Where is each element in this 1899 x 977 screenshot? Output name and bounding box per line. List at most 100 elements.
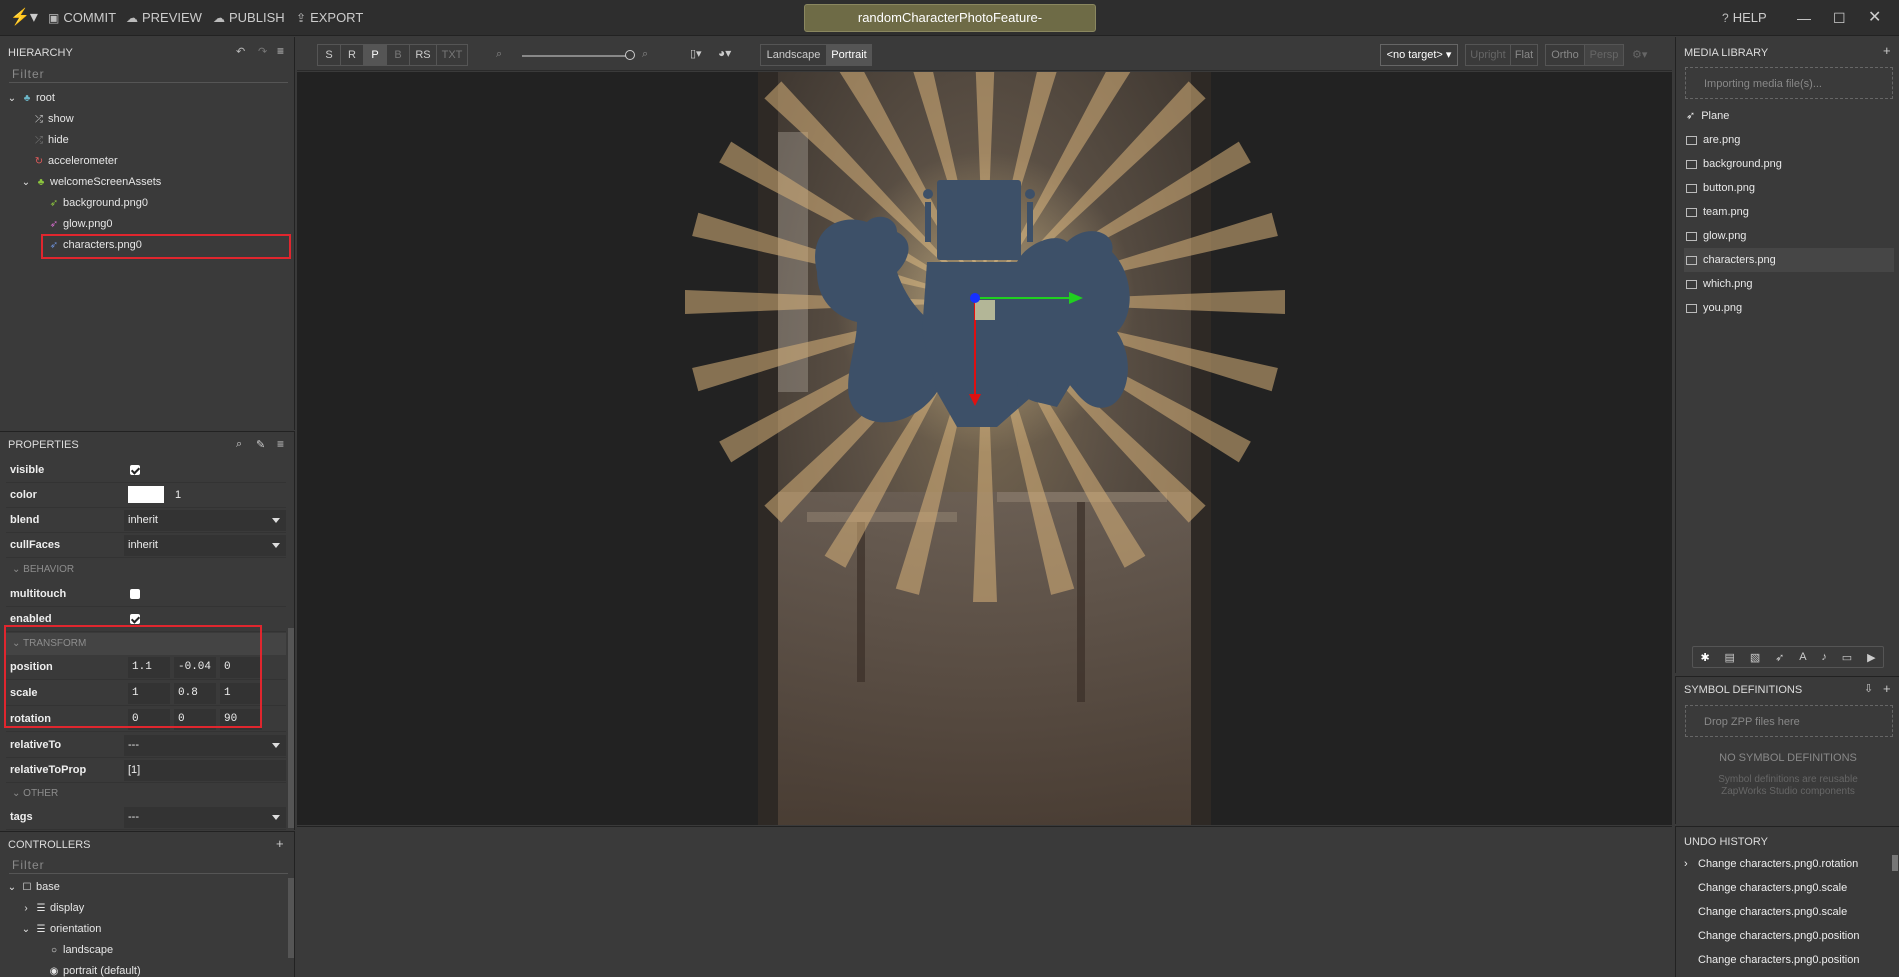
relativetoprop-input[interactable]: [1] <box>124 760 286 781</box>
media-item-you-png[interactable]: you.png <box>1684 296 1894 320</box>
undo-scrollbar[interactable] <box>1892 855 1898 871</box>
tool-rs-button[interactable]: RS <box>409 44 437 66</box>
zapworks-logo-icon[interactable]: ⚡▾ <box>10 0 38 36</box>
undo-item[interactable]: Change characters.png0.position <box>1684 924 1884 948</box>
tool-s-button[interactable]: S <box>317 44 341 66</box>
rotation-y-input[interactable]: 0 <box>174 709 216 730</box>
media-item-team-png[interactable]: team.png <box>1684 200 1894 224</box>
audio-icon[interactable]: ♪ <box>1821 651 1827 663</box>
menu-icon[interactable]: ≡ <box>277 437 284 451</box>
scale-x-input[interactable]: 1 <box>128 683 170 704</box>
zoom-out-icon[interactable]: ⌕ <box>496 48 502 61</box>
file-icon[interactable]: ▤ <box>1725 651 1735 664</box>
tree-item-glow-png0[interactable]: ➶ glow.png0 <box>48 214 113 234</box>
section-other[interactable]: ⌄ OTHER <box>6 783 286 805</box>
visible-checkbox[interactable] <box>130 465 140 476</box>
font-icon[interactable]: A <box>1799 651 1806 663</box>
settings-icon[interactable]: ⚙▾ <box>1632 48 1647 61</box>
multitouch-checkbox[interactable] <box>130 589 140 600</box>
tree-item-show[interactable]: ⤮ show <box>33 109 74 129</box>
section-behavior[interactable]: ⌄ BEHAVIOR <box>6 559 286 581</box>
add-icon[interactable]: + <box>276 836 284 851</box>
minimize-button[interactable]: — <box>1797 0 1811 36</box>
search-icon[interactable]: ⌕ <box>236 438 242 451</box>
flat-button[interactable]: Flat <box>1510 44 1538 66</box>
undo-item[interactable]: Change characters.png0.scale <box>1684 900 1884 924</box>
tree-item-accelerometer[interactable]: ↻ accelerometer <box>33 151 118 171</box>
scale-z-input[interactable]: 1 <box>220 683 262 704</box>
zoom-slider[interactable] <box>522 55 632 57</box>
export-button[interactable]: ⇪ EXPORT <box>296 0 363 36</box>
controller-item-landscape[interactable]: ○ landscape <box>48 940 113 960</box>
tool-r-button[interactable]: R <box>340 44 364 66</box>
relativeto-select[interactable]: --- <box>124 735 286 756</box>
tree-item-hide[interactable]: ⤮ hide <box>33 130 69 150</box>
cullfaces-select[interactable]: inherit <box>124 535 286 556</box>
ortho-button[interactable]: Ortho <box>1545 44 1585 66</box>
project-title[interactable]: randomCharacterPhotoFeature- <box>804 4 1096 32</box>
tree-item-characters-png0[interactable]: ➶ characters.png0 <box>48 235 142 255</box>
chevron-down-icon[interactable]: ⌄ <box>6 89 18 109</box>
controllers-filter-input[interactable]: Filter <box>9 856 288 874</box>
scale-y-input[interactable]: 0.8 <box>174 683 216 704</box>
media-item-button-png[interactable]: button.png <box>1684 176 1894 200</box>
publish-button[interactable]: ☁ PUBLISH <box>213 0 285 36</box>
maximize-button[interactable]: ☐ <box>1833 0 1846 36</box>
download-icon[interactable]: ⇩ <box>1864 682 1873 695</box>
undo-item[interactable]: Change characters.png0.scale <box>1684 876 1884 900</box>
tool-p-button[interactable]: P <box>363 44 387 66</box>
pencil-icon[interactable]: ✎ <box>256 438 265 451</box>
persp-button[interactable]: Persp <box>1584 44 1624 66</box>
youtube-icon[interactable]: ▶ <box>1867 651 1875 664</box>
media-item-are-png[interactable]: are.png <box>1684 128 1894 152</box>
undo-icon[interactable]: ↶ <box>236 45 245 58</box>
tool-b-button[interactable]: B <box>386 44 410 66</box>
help-button[interactable]: ? HELP <box>1722 0 1767 36</box>
upright-button[interactable]: Upright <box>1465 44 1511 66</box>
landscape-button[interactable]: Landscape <box>760 44 827 66</box>
media-item-background-png[interactable]: background.png <box>1684 152 1894 176</box>
menu-icon[interactable]: ≡ <box>277 44 284 58</box>
rotation-x-input[interactable]: 0 <box>128 709 170 730</box>
controller-item-portrait[interactable]: ◉ portrait (default) <box>48 961 141 977</box>
zoom-in-icon[interactable]: ⌕ <box>642 48 648 61</box>
add-icon[interactable]: + <box>1883 43 1891 58</box>
undo-item[interactable]: Change characters.png0.position <box>1684 948 1884 972</box>
globe-icon[interactable]: ◕▾ <box>718 46 731 60</box>
tree-item-welcome-screen-assets[interactable]: ⌄ ♣ welcomeScreenAssets <box>20 172 161 192</box>
media-item-which-png[interactable]: which.png <box>1684 272 1894 296</box>
preview-button[interactable]: ☁ PREVIEW <box>126 0 202 36</box>
properties-scrollbar[interactable] <box>288 628 294 828</box>
rotation-z-input[interactable]: 90 <box>220 709 262 730</box>
tree-item-background-png0[interactable]: ➶ background.png0 <box>48 193 148 213</box>
position-x-input[interactable]: 1.1 <box>128 657 170 678</box>
enabled-checkbox[interactable] <box>130 614 140 625</box>
controller-item-base[interactable]: ⌄ ☐ base <box>6 877 60 897</box>
controller-item-display[interactable]: › ☰ display <box>20 898 84 918</box>
chevron-down-icon[interactable]: ⌄ <box>6 878 18 898</box>
viewport-canvas[interactable] <box>297 72 1672 825</box>
add-icon[interactable]: + <box>1883 681 1891 696</box>
tree-item-root[interactable]: ⌄ ♣ root <box>6 88 55 108</box>
position-y-input[interactable]: -0.04 <box>174 657 216 678</box>
portrait-button[interactable]: Portrait <box>826 44 872 66</box>
redo-icon[interactable]: ↷ <box>258 45 267 58</box>
chevron-down-icon[interactable]: ⌄ <box>20 173 32 193</box>
position-z-input[interactable]: 0 <box>220 657 262 678</box>
all-media-icon[interactable]: ✱ <box>1700 651 1709 664</box>
tool-txt-button[interactable]: TXT <box>436 44 468 66</box>
zpp-dropzone[interactable]: Drop ZPP files here <box>1685 705 1893 737</box>
color-swatch[interactable] <box>128 486 164 503</box>
controller-item-orientation[interactable]: ⌄ ☰ orientation <box>20 919 102 939</box>
device-icon[interactable]: ▯▾ <box>690 47 702 60</box>
plane-icon[interactable]: ➶ <box>1775 651 1784 664</box>
target-select[interactable]: <no target> ▾ <box>1380 44 1458 66</box>
media-item-characters-png[interactable]: characters.png <box>1684 248 1894 272</box>
media-item-plane[interactable]: ➶ Plane <box>1684 104 1894 128</box>
blend-select[interactable]: inherit <box>124 510 286 531</box>
close-window-button[interactable]: ✕ <box>1868 0 1881 36</box>
image-icon[interactable]: ▧ <box>1750 651 1760 664</box>
media-item-glow-png[interactable]: glow.png <box>1684 224 1894 248</box>
tags-select[interactable]: --- <box>124 807 286 828</box>
video-icon[interactable]: ▭ <box>1842 651 1852 664</box>
